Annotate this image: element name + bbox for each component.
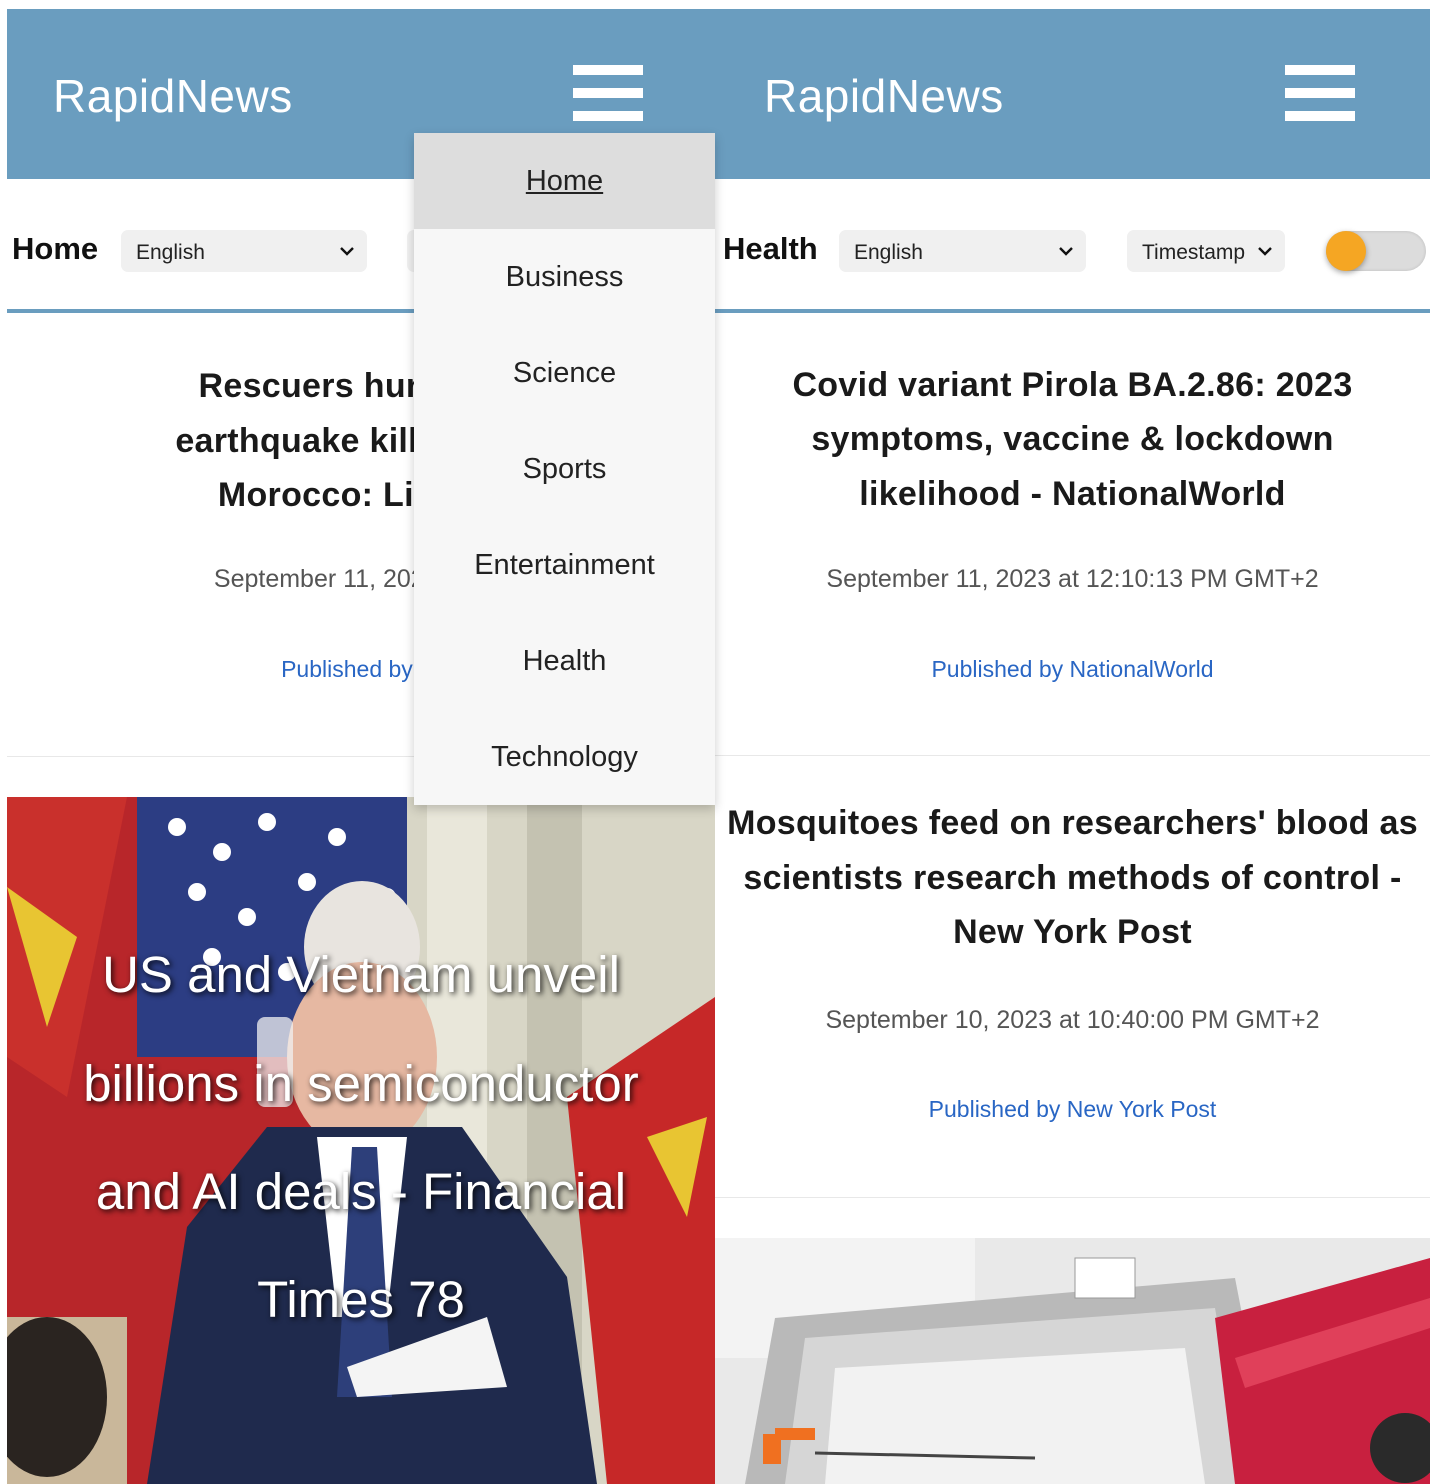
menu-item-technology[interactable]: Technology — [414, 709, 715, 805]
menu-item-business[interactable]: Business — [414, 229, 715, 325]
theme-toggle[interactable] — [1326, 231, 1426, 271]
article-divider — [715, 1197, 1430, 1198]
language-select-value: English — [854, 241, 923, 264]
article-image[interactable] — [715, 1238, 1430, 1484]
image-overlay-title-line[interactable]: US and Vietnam unveil — [7, 921, 715, 1029]
top-strip — [0, 0, 1430, 9]
menu-item-health[interactable]: Health — [414, 613, 715, 709]
article-date: September 10, 2023 at 10:40:00 PM GMT+2 — [825, 1006, 1320, 1034]
filter-toolbar: Health English Timestamp — [715, 179, 1430, 313]
article-title-line[interactable]: scientists research methods of control - — [715, 851, 1430, 906]
hamburger-menu-icon[interactable] — [1285, 65, 1355, 121]
menu-item-entertainment[interactable]: Entertainment — [414, 517, 715, 613]
sort-select[interactable]: Timestamp — [1127, 230, 1285, 272]
chevron-down-icon — [1059, 247, 1073, 256]
brand-logo[interactable]: RapidNews — [53, 69, 293, 123]
nav-dropdown-menu: Home Business Science Sports Entertainme… — [414, 133, 715, 805]
sort-select-value: Timestamp — [1142, 241, 1246, 264]
menu-item-home[interactable]: Home — [414, 133, 715, 229]
menu-item-science[interactable]: Science — [414, 325, 715, 421]
brand-logo[interactable]: RapidNews — [764, 69, 1004, 123]
article-publisher-link[interactable]: Published by New York Post — [715, 1096, 1430, 1123]
article-title-line[interactable]: Covid variant Pirola BA.2.86: 2023 — [715, 358, 1430, 413]
language-select[interactable]: English — [839, 230, 1086, 272]
chevron-down-icon — [340, 247, 354, 256]
article-title-line[interactable]: symptoms, vaccine & lockdown — [715, 412, 1430, 467]
section-title: Home — [12, 231, 99, 266]
article-image[interactable]: US and Vietnam unveil billions in semico… — [7, 797, 715, 1484]
hamburger-menu-icon[interactable] — [573, 65, 643, 121]
news-photo — [715, 1238, 1430, 1484]
right-phone-screen: RapidNews Health English Timestamp Covid… — [715, 9, 1430, 1484]
article-title-line[interactable]: likelihood - NationalWorld — [715, 467, 1430, 522]
language-select[interactable]: English — [121, 230, 367, 272]
section-title: Health — [723, 231, 818, 266]
article-title-line[interactable]: Mosquitoes feed on researchers' blood as — [715, 796, 1430, 851]
article-date: September 11, 2023 at 12:10:13 PM GMT+2 — [826, 565, 1319, 593]
image-overlay-title-line[interactable]: and AI deals - Financial — [7, 1138, 715, 1246]
toggle-knob — [1326, 231, 1366, 271]
article-card[interactable]: Covid variant Pirola BA.2.86: 2023 sympt… — [715, 313, 1430, 753]
image-overlay-title-line[interactable]: billions in semiconductor — [7, 1030, 715, 1138]
image-overlay-title-line[interactable]: Times 78 — [7, 1246, 715, 1354]
article-publisher-link[interactable]: Published by NationalWorld — [715, 656, 1430, 683]
menu-item-sports[interactable]: Sports — [414, 421, 715, 517]
article-card[interactable]: Mosquitoes feed on researchers' blood as… — [715, 756, 1430, 1196]
app-header: RapidNews — [715, 9, 1430, 179]
article-title-line[interactable]: New York Post — [715, 905, 1430, 960]
language-select-value: English — [136, 241, 205, 264]
chevron-down-icon — [1258, 247, 1272, 256]
